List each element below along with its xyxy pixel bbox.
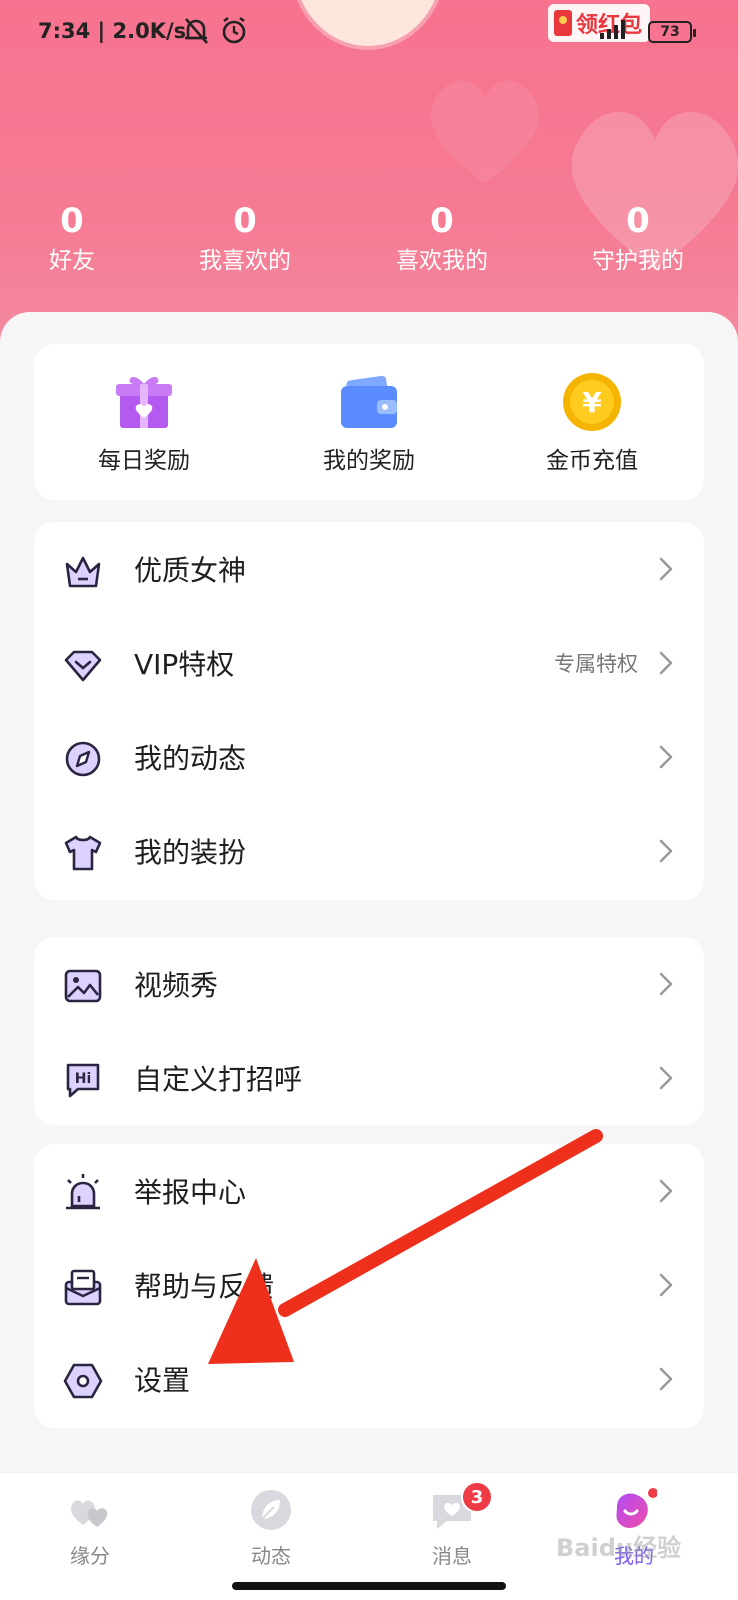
alarm-clock-icon: [222, 16, 246, 44]
diamond-icon: [64, 650, 102, 682]
status-bar: 7:34 | 2.0K/s 领红包 73: [0, 0, 738, 64]
chevron-right-icon: [659, 972, 673, 996]
menu-item-video-show[interactable]: 视频秀: [34, 937, 704, 1033]
menu-item-label: 我的装扮: [134, 836, 247, 869]
menu-item-my-outfit[interactable]: 我的装扮: [34, 804, 704, 900]
menu-item-label: 帮助与反馈: [134, 1270, 275, 1303]
battery-level: 73: [660, 24, 680, 40]
reward-coin-topup[interactable]: ¥ 金币充值: [492, 370, 692, 476]
chevron-right-icon: [659, 1273, 673, 1297]
chevron-right-icon: [659, 1367, 673, 1391]
red-packet-button[interactable]: 领红包: [548, 4, 651, 42]
menu-item-label: 视频秀: [134, 969, 219, 1002]
stat-label: 我喜欢的: [199, 248, 291, 274]
menu-item-help-feedback[interactable]: 帮助与反馈: [34, 1238, 704, 1334]
menu-item-label: 我的动态: [134, 742, 247, 775]
reward-label: 我的奖励: [323, 448, 415, 474]
tab-label: 动态: [251, 1544, 291, 1568]
reward-label: 金币充值: [546, 448, 638, 474]
svg-text:¥: ¥: [582, 386, 602, 419]
red-packet-icon: [554, 10, 572, 36]
stat-label: 守护我的: [592, 248, 684, 274]
chevron-right-icon: [659, 745, 673, 769]
profile-blob-icon: [611, 1487, 658, 1533]
rewards-card: 每日奖励 我的奖励 ¥ 金币充值: [34, 344, 704, 500]
watermark: Baidu经验: [556, 1534, 681, 1562]
menu-item-label: 举报中心: [134, 1176, 247, 1209]
vip-exclusive-hint: 专属特权: [554, 652, 638, 676]
gift-icon: [112, 370, 176, 434]
unread-badge: 3: [461, 1481, 493, 1513]
stat-count: 0: [60, 201, 84, 241]
menu-item-custom-greeting[interactable]: Hi 自定义打招呼: [34, 1031, 704, 1127]
settings-hex-icon: [63, 1363, 103, 1399]
menu-card-2: 视频秀 Hi 自定义打招呼: [34, 937, 704, 1125]
reward-daily[interactable]: 每日奖励: [44, 370, 244, 476]
tab-label: 缘分: [70, 1544, 110, 1568]
tab-messages[interactable]: 3 消息: [392, 1481, 512, 1569]
mute-bell-icon: [185, 18, 208, 44]
stat-i-like[interactable]: 0 我喜欢的: [175, 200, 315, 278]
shirt-icon: [64, 835, 102, 871]
menu-item-my-posts[interactable]: 我的动态: [34, 710, 704, 806]
menu-item-label: VIP特权: [134, 648, 235, 681]
home-indicator: [232, 1582, 506, 1590]
tab-label: 消息: [432, 1544, 472, 1568]
profile-header: 7:34 | 2.0K/s 领红包 73 0 好友 0 我喜欢的 0 喜欢我的 …: [0, 0, 738, 350]
chat-heart-icon: 3: [429, 1481, 493, 1533]
menu-item-report-center[interactable]: 举报中心: [34, 1144, 704, 1240]
stat-label: 好友: [49, 248, 95, 274]
stat-count: 0: [626, 201, 650, 241]
compass-icon: [65, 741, 101, 777]
menu-item-label: 自定义打招呼: [134, 1063, 303, 1096]
stat-likes-me[interactable]: 0 喜欢我的: [372, 200, 512, 278]
menu-item-label: 设置: [134, 1364, 191, 1397]
crown-icon: [65, 556, 101, 588]
tab-moments[interactable]: 动态: [211, 1487, 331, 1569]
menu-item-goddess[interactable]: 优质女神: [34, 522, 704, 618]
svg-text:Hi: Hi: [75, 1071, 92, 1087]
alarm-icon: [66, 1174, 100, 1210]
chevron-right-icon: [659, 651, 673, 675]
menu-item-label: 优质女神: [134, 554, 247, 587]
wallet-icon: [337, 370, 401, 434]
stat-count: 0: [233, 201, 257, 241]
image-icon: [64, 969, 102, 1003]
chevron-right-icon: [659, 839, 673, 863]
tab-fate[interactable]: 缘分: [30, 1487, 150, 1569]
menu-card-1: 优质女神 VIP特权 专属特权 我的动态 我的装扮: [34, 522, 704, 900]
reward-label: 每日奖励: [98, 448, 190, 474]
mail-icon: [64, 1269, 102, 1306]
chevron-right-icon: [659, 1179, 673, 1203]
heart-decoration-small-icon: [430, 80, 540, 184]
battery-icon: 73: [648, 21, 696, 43]
status-time: 7:34 | 2.0K/s: [38, 19, 187, 43]
stat-friends[interactable]: 0 好友: [2, 200, 142, 278]
coin-icon: ¥: [560, 370, 624, 434]
chevron-right-icon: [659, 1066, 673, 1090]
signal-icon: [600, 20, 625, 39]
stat-guards-me[interactable]: 0 守护我的: [568, 200, 708, 278]
hi-icon: Hi: [66, 1063, 100, 1098]
stats-row: 0 好友 0 我喜欢的 0 喜欢我的 0 守护我的: [0, 200, 738, 290]
stat-label: 喜欢我的: [396, 248, 488, 274]
menu-item-settings[interactable]: 设置: [34, 1332, 704, 1428]
chevron-right-icon: [659, 557, 673, 581]
menu-item-vip[interactable]: VIP特权 专属特权: [34, 616, 704, 712]
hearts-icon: [67, 1487, 113, 1533]
menu-card-3: 举报中心 帮助与反馈 设置: [34, 1144, 704, 1428]
reward-mine[interactable]: 我的奖励: [269, 370, 469, 476]
leaf-icon: [248, 1487, 294, 1533]
stat-count: 0: [430, 201, 454, 241]
